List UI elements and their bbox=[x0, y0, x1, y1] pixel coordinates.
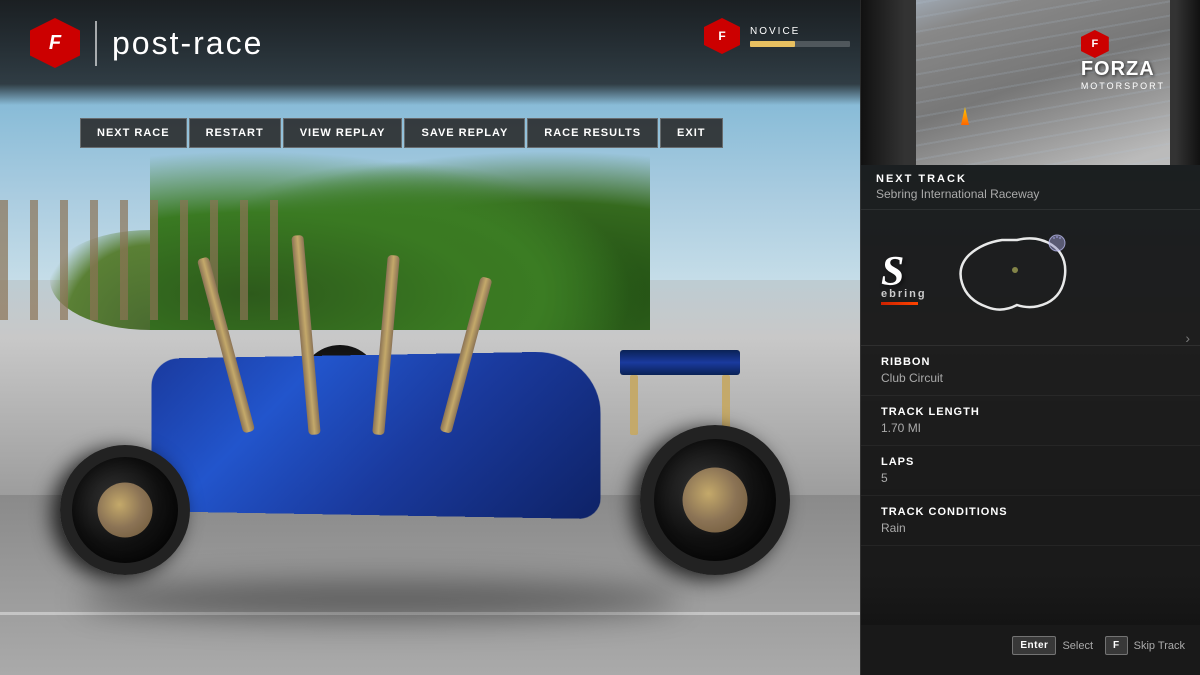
info-ribbon: RIBBON Club Circuit bbox=[861, 346, 1200, 396]
restart-button[interactable]: RESTART bbox=[189, 118, 281, 148]
cage-bar-4 bbox=[439, 276, 492, 434]
next-race-button[interactable]: NEXT RACE bbox=[80, 118, 187, 148]
user-forza-logo: F bbox=[704, 18, 740, 54]
user-profile: F NOVICE bbox=[704, 18, 850, 54]
thumb-forza-branding: F FORZA MOTORSPORT bbox=[1081, 30, 1165, 91]
skip-label: Skip Track bbox=[1134, 640, 1185, 652]
save-replay-button[interactable]: SAVE REPLAY bbox=[404, 118, 525, 148]
track-thumbnail: F FORZA MOTORSPORT bbox=[861, 0, 1200, 165]
track-length-value: 1.70 MI bbox=[881, 421, 1180, 435]
thumb-motorsport-text: MOTORSPORT bbox=[1081, 81, 1165, 91]
right-panel: F FORZA MOTORSPORT NEXT TRACK Sebring In… bbox=[860, 0, 1200, 675]
laps-value: 5 bbox=[881, 471, 1180, 485]
barrier-left bbox=[861, 0, 916, 165]
title-divider bbox=[95, 21, 97, 66]
sebring-s-logo: S bbox=[881, 251, 927, 293]
view-replay-button[interactable]: VIEW REPLAY bbox=[283, 118, 403, 148]
user-level-label: NOVICE bbox=[750, 26, 850, 37]
scroll-arrow-icon: › bbox=[1185, 330, 1190, 346]
thumb-forza-wordmark: FORZA bbox=[1081, 58, 1165, 81]
ribbon-value: Club Circuit bbox=[881, 371, 1180, 385]
info-track-length: TRACK LENGTH 1.70 MI bbox=[861, 396, 1200, 446]
rear-wing bbox=[620, 350, 740, 375]
barrier-right bbox=[1170, 0, 1200, 165]
user-xp-bar bbox=[750, 41, 850, 47]
front-wheel bbox=[60, 445, 190, 575]
skip-key: F bbox=[1105, 636, 1128, 655]
track-map bbox=[947, 225, 1077, 330]
laps-label: LAPS bbox=[881, 456, 1180, 468]
ribbon-label: RIBBON bbox=[881, 356, 1180, 368]
info-track-conditions: TRACK CONDITIONS Rain bbox=[861, 496, 1200, 546]
bottom-controls: Enter Select F Skip Track bbox=[1012, 636, 1185, 655]
track-conditions-value: Rain bbox=[881, 521, 1180, 535]
track-map-svg bbox=[947, 225, 1077, 325]
user-logo-text: F bbox=[718, 29, 725, 43]
rear-wheel bbox=[640, 425, 790, 575]
cage-bar-2 bbox=[291, 235, 320, 435]
panel-fade bbox=[861, 585, 1200, 625]
track-thumb-image: F FORZA MOTORSPORT bbox=[861, 0, 1200, 165]
enter-control: Enter Select bbox=[1012, 636, 1093, 655]
logo-area: F post-race bbox=[30, 18, 263, 68]
next-track-label: NEXT TRACK bbox=[876, 173, 1185, 185]
sebring-logo: S ebring bbox=[881, 251, 927, 305]
page-title: post-race bbox=[112, 25, 263, 62]
next-track-section: NEXT TRACK Sebring International Raceway bbox=[861, 165, 1200, 210]
sebring-underline bbox=[881, 302, 918, 305]
skip-control: F Skip Track bbox=[1105, 636, 1185, 655]
forza-logo-text: F bbox=[49, 32, 61, 55]
enter-label: Select bbox=[1062, 640, 1093, 652]
nav-buttons: NEXT RACE RESTART VIEW REPLAY SAVE REPLA… bbox=[80, 118, 723, 148]
info-laps: LAPS 5 bbox=[861, 446, 1200, 496]
enter-key: Enter bbox=[1012, 636, 1056, 655]
user-xp-fill bbox=[750, 41, 795, 47]
cage-bar-3 bbox=[372, 255, 400, 435]
sebring-name: ebring bbox=[881, 288, 927, 300]
car-visual bbox=[20, 135, 820, 595]
track-conditions-label: TRACK CONDITIONS bbox=[881, 506, 1180, 518]
race-results-button[interactable]: RACE RESULTS bbox=[527, 118, 658, 148]
roll-cage bbox=[220, 235, 520, 435]
user-info: NOVICE bbox=[750, 26, 850, 47]
track-length-label: TRACK LENGTH bbox=[881, 406, 1180, 418]
thumb-forza-logo: F bbox=[1081, 30, 1109, 58]
forza-logo-icon: F bbox=[30, 18, 80, 68]
next-track-name: Sebring International Raceway bbox=[876, 187, 1185, 201]
exit-button[interactable]: EXIT bbox=[660, 118, 722, 148]
sebring-logo-area: S ebring bbox=[861, 210, 1200, 346]
